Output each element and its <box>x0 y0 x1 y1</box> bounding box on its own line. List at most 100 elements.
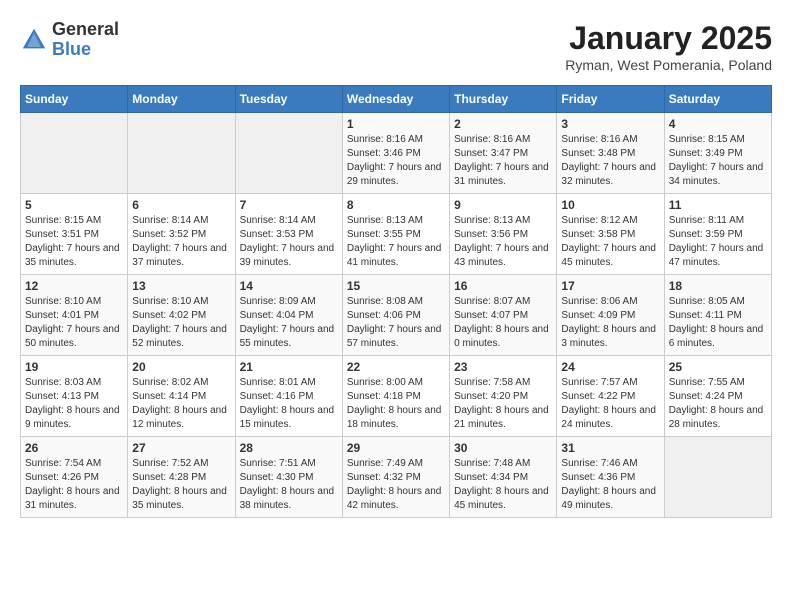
calendar-cell: 8 Sunrise: 8:13 AM Sunset: 3:55 PM Daylig… <box>342 194 449 275</box>
cell-content: Sunrise: 8:00 AM Sunset: 4:18 PM Dayligh… <box>347 376 445 432</box>
cell-content: Sunrise: 8:13 AM Sunset: 3:55 PM Dayligh… <box>347 214 445 270</box>
calendar-cell: 24Sunrise: 7:57 AM Sunset: 4:22 PM Dayli… <box>557 356 664 437</box>
cell-content: Sunrise: 8:05 AM Sunset: 4:11 PM Dayligh… <box>669 295 767 351</box>
page-header: General Blue January 2025 Ryman, West Po… <box>20 20 772 73</box>
calendar-cell: 30 Sunrise: 7:48 AM Sunset: 4:34 PM Dayli… <box>450 437 557 518</box>
calendar-cell: 17 Sunrise: 8:06 AM Sunset: 4:09 PM Dayli… <box>557 275 664 356</box>
calendar-cell: 13Sunrise: 8:10 AM Sunset: 4:02 PM Dayli… <box>128 275 235 356</box>
day-number: 13 <box>132 279 230 293</box>
day-number: 2 <box>454 117 552 131</box>
calendar-cell <box>664 437 771 518</box>
calendar-week-row: 5 Sunrise: 8:15 AM Sunset: 3:51 PM Daylig… <box>21 194 772 275</box>
weekday-header: Wednesday <box>342 86 449 113</box>
cell-content: Sunrise: 8:08 AM Sunset: 4:06 PM Dayligh… <box>347 295 445 351</box>
calendar-cell: 29 Sunrise: 7:49 AM Sunset: 4:32 PM Dayli… <box>342 437 449 518</box>
calendar-cell: 10 Sunrise: 8:12 AM Sunset: 3:58 PM Dayli… <box>557 194 664 275</box>
weekday-header: Tuesday <box>235 86 342 113</box>
title-block: January 2025 Ryman, West Pomerania, Pola… <box>565 20 772 73</box>
calendar-cell: 18Sunrise: 8:05 AM Sunset: 4:11 PM Dayli… <box>664 275 771 356</box>
day-number: 25 <box>669 360 767 374</box>
day-number: 28 <box>240 441 338 455</box>
cell-content: Sunrise: 7:54 AM Sunset: 4:26 PM Dayligh… <box>25 457 123 513</box>
cell-content: Sunrise: 7:51 AM Sunset: 4:30 PM Dayligh… <box>240 457 338 513</box>
cell-content: Sunrise: 8:06 AM Sunset: 4:09 PM Dayligh… <box>561 295 659 351</box>
day-number: 8 <box>347 198 445 212</box>
calendar-cell <box>21 113 128 194</box>
day-number: 15 <box>347 279 445 293</box>
day-number: 9 <box>454 198 552 212</box>
day-number: 4 <box>669 117 767 131</box>
cell-content: Sunrise: 8:15 AM Sunset: 3:51 PM Dayligh… <box>25 214 123 270</box>
cell-content: Sunrise: 8:10 AM Sunset: 4:01 PM Dayligh… <box>25 295 123 351</box>
cell-content: Sunrise: 8:02 AM Sunset: 4:14 PM Dayligh… <box>132 376 230 432</box>
day-number: 27 <box>132 441 230 455</box>
cell-content: Sunrise: 8:13 AM Sunset: 3:56 PM Dayligh… <box>454 214 552 270</box>
calendar-cell: 2 Sunrise: 8:16 AM Sunset: 3:47 PM Daylig… <box>450 113 557 194</box>
day-number: 21 <box>240 360 338 374</box>
weekday-header: Thursday <box>450 86 557 113</box>
cell-content: Sunrise: 7:58 AM Sunset: 4:20 PM Dayligh… <box>454 376 552 432</box>
cell-content: Sunrise: 8:16 AM Sunset: 3:46 PM Dayligh… <box>347 133 445 189</box>
day-number: 5 <box>25 198 123 212</box>
cell-content: Sunrise: 8:01 AM Sunset: 4:16 PM Dayligh… <box>240 376 338 432</box>
calendar-cell <box>128 113 235 194</box>
calendar-table: SundayMondayTuesdayWednesdayThursdayFrid… <box>20 85 772 518</box>
day-number: 29 <box>347 441 445 455</box>
logo-general: General <box>52 20 119 40</box>
logo-text: General Blue <box>52 20 119 60</box>
cell-content: Sunrise: 7:48 AM Sunset: 4:34 PM Dayligh… <box>454 457 552 513</box>
logo: General Blue <box>20 20 119 60</box>
logo-icon <box>20 26 48 54</box>
weekday-header: Monday <box>128 86 235 113</box>
calendar-cell: 7 Sunrise: 8:14 AM Sunset: 3:53 PM Daylig… <box>235 194 342 275</box>
calendar-cell: 22 Sunrise: 8:00 AM Sunset: 4:18 PM Dayli… <box>342 356 449 437</box>
calendar-cell: 23Sunrise: 7:58 AM Sunset: 4:20 PM Dayli… <box>450 356 557 437</box>
logo-blue: Blue <box>52 40 119 60</box>
calendar-week-row: 26 Sunrise: 7:54 AM Sunset: 4:26 PM Dayli… <box>21 437 772 518</box>
day-number: 6 <box>132 198 230 212</box>
cell-content: Sunrise: 7:55 AM Sunset: 4:24 PM Dayligh… <box>669 376 767 432</box>
calendar-cell: 15 Sunrise: 8:08 AM Sunset: 4:06 PM Dayli… <box>342 275 449 356</box>
cell-content: Sunrise: 8:16 AM Sunset: 3:48 PM Dayligh… <box>561 133 659 189</box>
weekday-header: Friday <box>557 86 664 113</box>
calendar-week-row: 12 Sunrise: 8:10 AM Sunset: 4:01 PM Dayli… <box>21 275 772 356</box>
calendar-cell: 1 Sunrise: 8:16 AM Sunset: 3:46 PM Daylig… <box>342 113 449 194</box>
cell-content: Sunrise: 8:12 AM Sunset: 3:58 PM Dayligh… <box>561 214 659 270</box>
calendar-cell: 9 Sunrise: 8:13 AM Sunset: 3:56 PM Daylig… <box>450 194 557 275</box>
day-number: 20 <box>132 360 230 374</box>
calendar-cell: 6 Sunrise: 8:14 AM Sunset: 3:52 PM Daylig… <box>128 194 235 275</box>
calendar-cell: 26 Sunrise: 7:54 AM Sunset: 4:26 PM Dayli… <box>21 437 128 518</box>
calendar-cell: 19Sunrise: 8:03 AM Sunset: 4:13 PM Dayli… <box>21 356 128 437</box>
day-number: 26 <box>25 441 123 455</box>
day-number: 3 <box>561 117 659 131</box>
day-number: 10 <box>561 198 659 212</box>
day-number: 22 <box>347 360 445 374</box>
cell-content: Sunrise: 8:16 AM Sunset: 3:47 PM Dayligh… <box>454 133 552 189</box>
cell-content: Sunrise: 8:14 AM Sunset: 3:53 PM Dayligh… <box>240 214 338 270</box>
weekday-header: Saturday <box>664 86 771 113</box>
cell-content: Sunrise: 8:03 AM Sunset: 4:13 PM Dayligh… <box>25 376 123 432</box>
day-number: 31 <box>561 441 659 455</box>
calendar-cell: 16Sunrise: 8:07 AM Sunset: 4:07 PM Dayli… <box>450 275 557 356</box>
calendar-cell: 14Sunrise: 8:09 AM Sunset: 4:04 PM Dayli… <box>235 275 342 356</box>
day-number: 12 <box>25 279 123 293</box>
cell-content: Sunrise: 8:14 AM Sunset: 3:52 PM Dayligh… <box>132 214 230 270</box>
day-number: 30 <box>454 441 552 455</box>
calendar-cell: 31Sunrise: 7:46 AM Sunset: 4:36 PM Dayli… <box>557 437 664 518</box>
calendar-cell: 25 Sunrise: 7:55 AM Sunset: 4:24 PM Dayli… <box>664 356 771 437</box>
day-number: 7 <box>240 198 338 212</box>
day-number: 16 <box>454 279 552 293</box>
calendar-cell <box>235 113 342 194</box>
calendar-week-row: 19Sunrise: 8:03 AM Sunset: 4:13 PM Dayli… <box>21 356 772 437</box>
day-number: 1 <box>347 117 445 131</box>
day-number: 17 <box>561 279 659 293</box>
calendar-cell: 27Sunrise: 7:52 AM Sunset: 4:28 PM Dayli… <box>128 437 235 518</box>
calendar-cell: 5 Sunrise: 8:15 AM Sunset: 3:51 PM Daylig… <box>21 194 128 275</box>
weekday-header: Sunday <box>21 86 128 113</box>
day-number: 24 <box>561 360 659 374</box>
calendar-cell: 20 Sunrise: 8:02 AM Sunset: 4:14 PM Dayli… <box>128 356 235 437</box>
calendar-cell: 11Sunrise: 8:11 AM Sunset: 3:59 PM Dayli… <box>664 194 771 275</box>
calendar-cell: 12 Sunrise: 8:10 AM Sunset: 4:01 PM Dayli… <box>21 275 128 356</box>
cell-content: Sunrise: 7:49 AM Sunset: 4:32 PM Dayligh… <box>347 457 445 513</box>
calendar-cell: 3 Sunrise: 8:16 AM Sunset: 3:48 PM Daylig… <box>557 113 664 194</box>
